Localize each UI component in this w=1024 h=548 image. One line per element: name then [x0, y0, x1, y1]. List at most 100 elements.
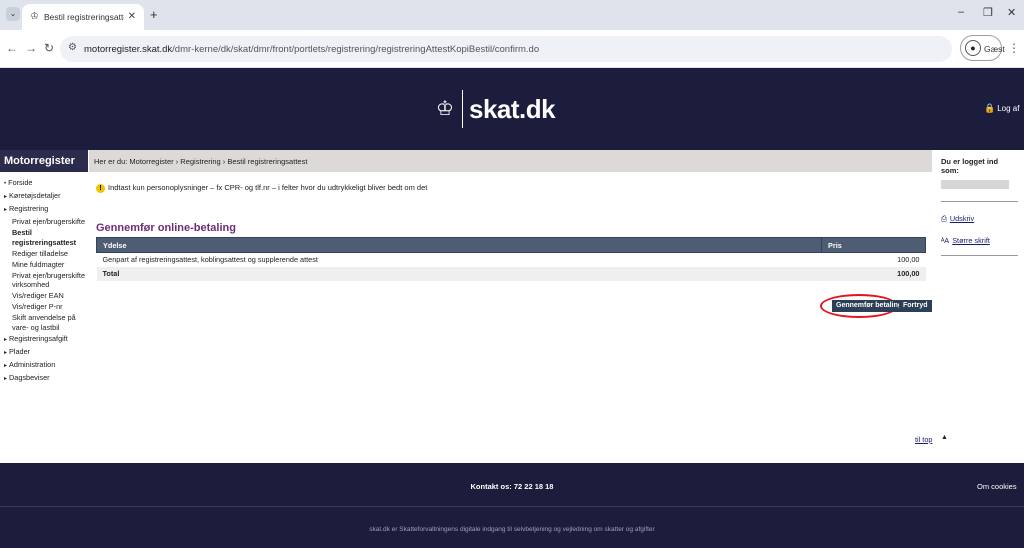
sidebar-item[interactable]: Privat ejer/brugerskifte: [12, 217, 88, 227]
triangle-right-icon: ▸: [4, 349, 8, 356]
left-navigation: • Forside ▸ Køretøjsdetaljer ▸ Registrering Pr…: [0, 178, 88, 386]
right-column: Du er logget ind som: ⎙ Udskriv ᴬA Større …: [941, 157, 1018, 256]
cookies-link[interactable]: Om cookies: [977, 482, 1017, 491]
sidebar-item[interactable]: • Forside: [4, 178, 88, 190]
tab-title: Bestil registreringsattest - DMR: [44, 12, 124, 22]
sidebar-item-label: Vis/rediger P-nr: [12, 302, 63, 311]
total-value: 100,00: [821, 266, 926, 281]
sidebar-item[interactable]: ▸ Plader: [4, 347, 88, 359]
divider: [941, 255, 1018, 256]
arrow-up-icon[interactable]: ▲: [941, 434, 948, 441]
row-item: Genpart af registreringsattest, koblings…: [102, 255, 318, 265]
row-price: 100,00: [897, 255, 920, 265]
sidebar-item[interactable]: Vis/rediger P-nr: [12, 302, 88, 312]
sidebar-item[interactable]: Rediger tilladelse: [12, 249, 88, 259]
user-name-redacted: [941, 180, 1009, 189]
cancel-button[interactable]: Fortryd: [899, 300, 932, 312]
total-label: Total: [96, 266, 822, 281]
url-host: motorregister.skat.dk: [84, 44, 173, 55]
font-size-icon: ᴬA: [941, 236, 950, 245]
footer-divider: [0, 506, 1024, 507]
tab-search-chevron-icon[interactable]: ⌄: [6, 7, 20, 21]
section-title: Gennemfør online-betaling: [96, 222, 236, 234]
sidebar-item-label: Vis/rediger EAN: [12, 291, 64, 300]
column-header-item: Ydelse: [96, 237, 822, 253]
column-header-price: Pris: [821, 237, 926, 253]
sidebar-item-label: Rediger tilladelse: [12, 248, 68, 258]
privacy-notice: ! Indtast kun personoplysninger – fx CPR-…: [96, 183, 427, 193]
lock-icon: 🔒: [984, 103, 996, 113]
printer-icon: ⎙: [941, 214, 947, 223]
sidebar-item[interactable]: ▸ Administration: [4, 360, 88, 372]
larger-font-link[interactable]: ᴬA Større skrift: [941, 236, 1018, 245]
person-icon: ●: [965, 40, 981, 56]
payment-table: Ydelse Pris Genpart af registreringsatte…: [96, 237, 926, 281]
profile-label: Gæst: [984, 44, 1005, 54]
sidebar-item-label: Registreringsafgift: [9, 333, 68, 343]
browser-toolbar: ← → ↻ ⚙ motorregister.skat.dk/dmr-kerne/…: [0, 30, 1024, 68]
browser-tab[interactable]: ♔ Bestil registreringsattest - DMR ✕: [22, 4, 144, 30]
sidebar-item-label: Skift anvendelse på vare- og lastbil: [12, 313, 76, 332]
sidebar-item-label: Mine fuldmagter: [12, 259, 65, 269]
print-link[interactable]: ⎙ Udskriv: [941, 214, 1018, 224]
footer-note: skat.dk er Skatteforvaltningens digitale…: [369, 526, 655, 533]
restore-icon[interactable]: ❐: [983, 6, 993, 19]
sidebar-item[interactable]: Privat ejer/brugerskifte virksomhed: [12, 271, 88, 290]
browser-tabbar: ⌄ ♔ Bestil registreringsattest - DMR ✕ +…: [0, 0, 1024, 30]
leftnav-title: Motorregister: [0, 150, 88, 172]
profile-button[interactable]: ● Gæst: [960, 35, 1005, 61]
sidebar-item-label: Registrering: [9, 204, 49, 213]
sidebar-item[interactable]: Mine fuldmagter: [12, 260, 88, 270]
triangle-right-icon: ▸: [4, 336, 8, 343]
sidebar-item-label: Køretøjsdetaljer: [9, 191, 61, 200]
back-icon[interactable]: ←: [6, 41, 18, 55]
sidebar-item-label: Privat ejer/brugerskifte: [12, 217, 85, 226]
sidebar-item[interactable]: Skift anvendelse på vare- og lastbil: [12, 313, 88, 332]
url-text: motorregister.skat.dk/dmr-kerne/dk/skat/…: [84, 44, 539, 55]
notice-text: Indtast kun personoplysninger – fx CPR- …: [108, 183, 428, 192]
sidebar-item-label: Plader: [9, 346, 31, 356]
crown-icon: ♔: [436, 98, 454, 120]
logout-link[interactable]: 🔒 Log af: [984, 103, 1019, 114]
minimize-icon[interactable]: –: [958, 6, 964, 18]
crown-favicon-icon: ♔: [30, 11, 39, 22]
new-tab-icon[interactable]: +: [150, 7, 158, 22]
site-footer: Kontakt os: 72 22 18 18 Om cookies skat.…: [0, 463, 1024, 548]
url-path: /dmr-kerne/dk/skat/dmr/front/portlets/re…: [172, 44, 540, 55]
divider: [941, 201, 1018, 202]
bullet-icon: •: [4, 181, 7, 187]
breadcrumb-text: Her er du: Motorregister › Registrering …: [94, 157, 308, 166]
sidebar-item[interactable]: Vis/rediger EAN: [12, 291, 88, 301]
sidebar-item[interactable]: ▸ Dagsbeviser: [4, 373, 88, 385]
triangle-right-icon: ▸: [4, 362, 8, 369]
forward-icon[interactable]: →: [25, 41, 37, 55]
pay-button[interactable]: Gennemfør betaling: [832, 300, 907, 312]
sidebar-item-label: Privat ejer/brugerskifte virksomhed: [12, 270, 85, 290]
triangle-right-icon: ▸: [4, 194, 8, 200]
logged-in-label: Du er logget ind som:: [941, 157, 999, 175]
warning-icon: !: [96, 184, 105, 193]
sidebar-item[interactable]: ▸ Registrering: [4, 204, 88, 216]
logout-label: Log af: [997, 104, 1020, 113]
close-tab-icon[interactable]: ✕: [128, 11, 136, 22]
breadcrumb: Her er du: Motorregister › Registrering …: [89, 150, 932, 172]
table-header-row: Ydelse Pris: [96, 237, 926, 253]
total-row: Total 100,00: [96, 266, 926, 281]
logo-divider: [462, 90, 463, 128]
reload-icon[interactable]: ↻: [44, 41, 54, 55]
logo-text: skat.dk: [469, 94, 556, 124]
sidebar-item-label: Dagsbeviser: [9, 372, 50, 382]
print-label: Udskriv: [949, 214, 975, 223]
triangle-right-icon: ▸: [4, 375, 8, 382]
contact-text: Kontakt os: 72 22 18 18: [470, 482, 554, 491]
more-menu-icon[interactable]: ⋮: [1008, 41, 1020, 55]
sidebar-item-label: Administration: [9, 359, 56, 369]
to-top-link[interactable]: til top: [915, 435, 932, 444]
sidebar-item[interactable]: Bestil registreringsattest: [12, 228, 88, 247]
sidebar-item[interactable]: ▸ Registreringsafgift: [4, 334, 88, 346]
sidebar-item[interactable]: ▸ Køretøjsdetaljer: [4, 191, 88, 203]
close-window-icon[interactable]: ✕: [1007, 6, 1016, 19]
site-info-icon[interactable]: ⚙: [68, 42, 77, 53]
larger-font-label: Større skrift: [952, 236, 990, 245]
address-bar[interactable]: ⚙ motorregister.skat.dk/dmr-kerne/dk/ska…: [60, 36, 952, 62]
